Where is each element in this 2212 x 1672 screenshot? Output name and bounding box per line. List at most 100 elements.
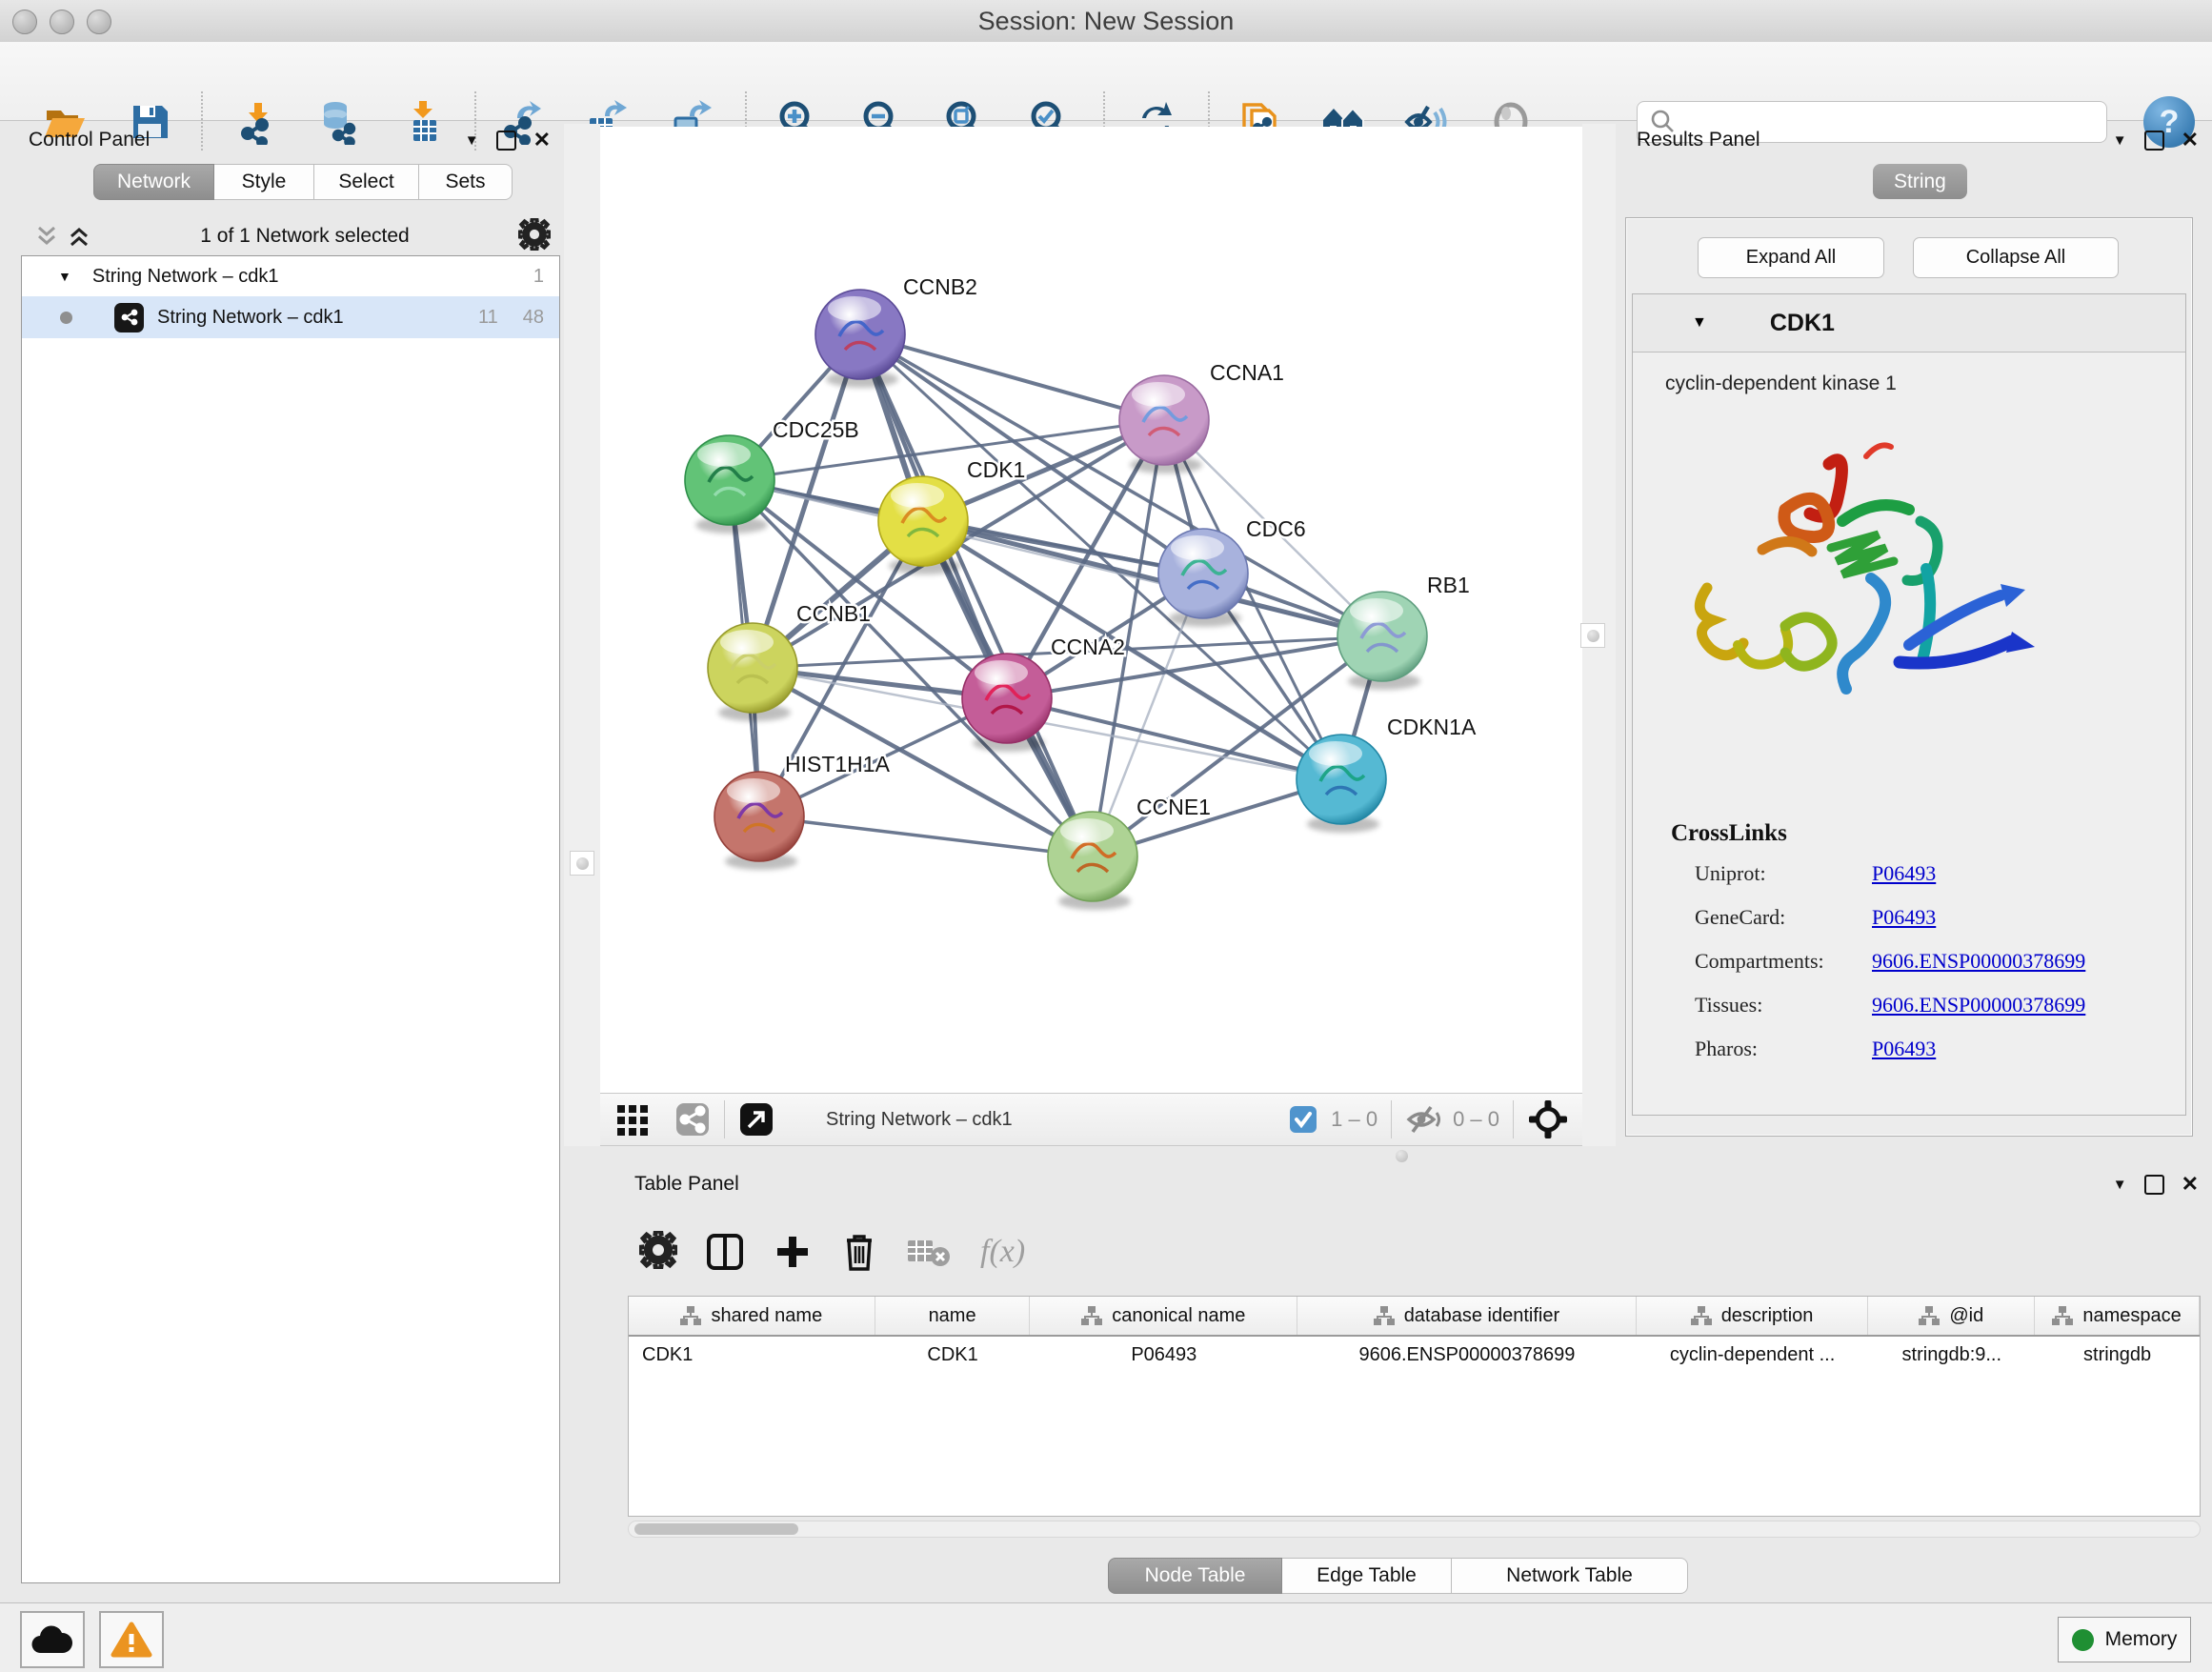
expand-all-icon[interactable] — [67, 224, 91, 249]
divider-handle[interactable] — [1396, 1150, 1408, 1162]
selected-checkbox-icon[interactable] — [1289, 1105, 1317, 1134]
node-CDC25B[interactable] — [685, 435, 774, 534]
gene-section-header[interactable]: ▼ CDK1 — [1633, 294, 2185, 353]
table-panel-header: Table Panel ▼ ✕ — [617, 1168, 2212, 1200]
table-row[interactable]: CDK1CDK1P064939606.ENSP00000378699cyclin… — [629, 1337, 2200, 1373]
node-table[interactable]: shared namenamecanonical namedatabase id… — [628, 1296, 2201, 1517]
collapse-all-icon[interactable] — [34, 224, 59, 249]
results-panel-header: Results Panel ▼ ✕ — [1616, 124, 2212, 156]
tab-string[interactable]: String — [1873, 164, 1967, 199]
hidden-eye-icon — [1405, 1104, 1443, 1135]
tab-network[interactable]: Network — [93, 164, 214, 200]
node-HIST1H1A[interactable] — [714, 772, 804, 870]
network-row-selected[interactable]: String Network – cdk1 11 48 — [22, 296, 559, 338]
toolbar-separator — [1391, 1100, 1392, 1138]
network-view-indicator — [60, 312, 72, 324]
column-header-database-identifier[interactable]: database identifier — [1297, 1297, 1637, 1335]
node-label-RB1: RB1 — [1427, 573, 1470, 597]
column-header-name[interactable]: name — [875, 1297, 1031, 1335]
cell-shared-name[interactable]: CDK1 — [629, 1344, 875, 1366]
gear-icon[interactable] — [639, 1231, 677, 1274]
node-CDK1[interactable] — [878, 476, 968, 574]
control-panel-tabs: NetworkStyleSelectSets — [93, 164, 513, 200]
crosslink-row: GeneCard:P06493 — [1695, 905, 2162, 930]
memory-button[interactable]: Memory — [2058, 1617, 2191, 1662]
column-header-description[interactable]: description — [1637, 1297, 1869, 1335]
node-label-CCNB1: CCNB1 — [796, 601, 871, 626]
divider-handle[interactable] — [1580, 623, 1605, 648]
edge-CCNA2-CDKN1A[interactable] — [1007, 698, 1341, 779]
panel-close-icon[interactable]: ✕ — [2182, 130, 2199, 151]
birdseye-view-icon[interactable] — [738, 1101, 774, 1138]
grid-view-icon[interactable] — [615, 1101, 652, 1138]
toolbar-separator — [1513, 1100, 1514, 1138]
warning-icon — [111, 1622, 152, 1658]
gear-icon[interactable] — [518, 218, 551, 255]
node-CCNE1[interactable] — [1048, 812, 1137, 910]
tab-node-table[interactable]: Node Table — [1108, 1558, 1282, 1594]
expand-all-button[interactable]: Expand All — [1698, 237, 1884, 278]
node-CCNB1[interactable] — [708, 623, 797, 721]
column-header-namespace[interactable]: namespace — [2035, 1297, 2200, 1335]
network-collection-row[interactable]: ▼ String Network – cdk1 1 — [22, 256, 559, 296]
tab-select[interactable]: Select — [314, 164, 419, 200]
node-CCNA1[interactable] — [1119, 375, 1209, 473]
panel-float-icon[interactable] — [496, 131, 516, 151]
crosslink-link[interactable]: P06493 — [1872, 905, 1936, 930]
edge-HIST1H1A-CCNE1[interactable] — [759, 816, 1093, 856]
panel-divider[interactable] — [564, 124, 600, 1146]
cloud-icon — [30, 1623, 74, 1656]
panel-collapse-icon[interactable]: ▼ — [2113, 132, 2127, 149]
cell-namespace[interactable]: stringdb — [2035, 1344, 2200, 1366]
panel-float-icon[interactable] — [2144, 1175, 2164, 1195]
columns-icon[interactable] — [706, 1231, 744, 1273]
divider-handle[interactable] — [570, 851, 594, 876]
scrollbar-thumb[interactable] — [634, 1523, 798, 1535]
panel-close-icon[interactable]: ✕ — [2182, 1174, 2199, 1195]
add-column-icon[interactable] — [773, 1231, 813, 1273]
edge-CCNB2-CCNE1[interactable] — [860, 334, 1093, 856]
node-label-CDC25B: CDC25B — [773, 417, 859, 442]
tree-expander-icon[interactable]: ▼ — [58, 269, 71, 284]
tab-sets[interactable]: Sets — [419, 164, 513, 200]
crosslink-link[interactable]: 9606.ENSP00000378699 — [1872, 993, 2085, 1017]
crosslink-link[interactable]: 9606.ENSP00000378699 — [1872, 949, 2085, 974]
delete-column-icon[interactable] — [841, 1231, 877, 1273]
network-list-icon[interactable] — [674, 1101, 711, 1138]
memory-label: Memory — [2105, 1628, 2178, 1651]
panel-close-icon[interactable]: ✕ — [533, 130, 551, 151]
node-CDC6[interactable] — [1158, 529, 1248, 627]
column-header-@id[interactable]: @id — [1868, 1297, 2035, 1335]
section-expander-icon[interactable]: ▼ — [1692, 314, 1707, 332]
title-bar: Session: New Session — [0, 0, 2212, 43]
column-header-canonical-name[interactable]: canonical name — [1030, 1297, 1297, 1335]
node-CDKN1A[interactable] — [1297, 735, 1386, 833]
warning-button[interactable] — [99, 1611, 164, 1668]
cell-database-identifier[interactable]: 9606.ENSP00000378699 — [1297, 1344, 1637, 1366]
cell-canonical-name[interactable]: P06493 — [1031, 1344, 1298, 1366]
fit-content-icon[interactable] — [1527, 1098, 1569, 1140]
panel-float-icon[interactable] — [2144, 131, 2164, 151]
cell-@id[interactable]: stringdb:9... — [1868, 1344, 2035, 1366]
network-canvas[interactable]: CCNB2CCNA1CDC25BCDK1CDC6RB1CCNB1CCNA2CDK… — [600, 127, 1582, 1093]
tab-edge-table[interactable]: Edge Table — [1282, 1558, 1452, 1594]
panel-collapse-icon[interactable]: ▼ — [2113, 1177, 2127, 1193]
column-header-shared-name[interactable]: shared name — [629, 1297, 875, 1335]
hidden-count: 0 – 0 — [1453, 1107, 1499, 1132]
toolbar-separator — [724, 1100, 725, 1138]
collapse-all-button[interactable]: Collapse All — [1913, 237, 2119, 278]
network-icon — [114, 303, 144, 332]
cell-description[interactable]: cyclin-dependent ... — [1637, 1344, 1869, 1366]
crosslink-link[interactable]: P06493 — [1872, 1037, 1936, 1061]
node-label-CDC6: CDC6 — [1246, 516, 1306, 541]
cell-name[interactable]: CDK1 — [875, 1344, 1031, 1366]
cloud-button[interactable] — [20, 1611, 85, 1668]
tab-style[interactable]: Style — [214, 164, 314, 200]
horizontal-scrollbar[interactable] — [628, 1521, 2201, 1538]
node-RB1[interactable] — [1337, 592, 1427, 690]
node-CCNB2[interactable] — [815, 290, 905, 388]
tab-network-table[interactable]: Network Table — [1452, 1558, 1688, 1594]
crosslink-link[interactable]: P06493 — [1872, 861, 1936, 886]
panel-collapse-icon[interactable]: ▼ — [465, 132, 479, 149]
crosslink-row: Compartments:9606.ENSP00000378699 — [1695, 949, 2162, 974]
